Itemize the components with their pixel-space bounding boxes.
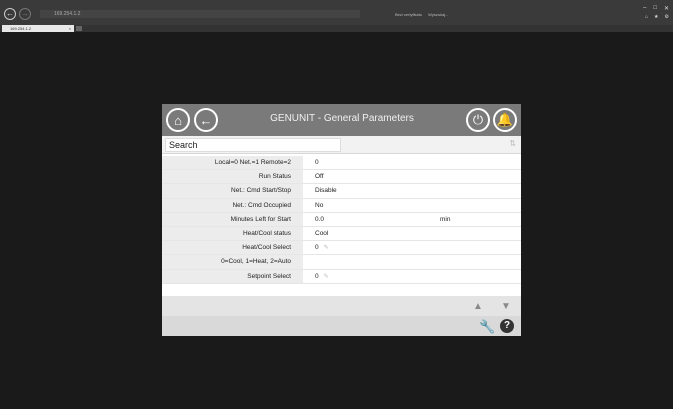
help-icon[interactable]: ? xyxy=(500,319,514,333)
address-suggestions: Bezi certyfikatu Wyszukaj... xyxy=(395,12,449,17)
parameter-value: Off xyxy=(315,170,324,183)
page-title: GENUNIT - General Parameters xyxy=(270,113,414,124)
bell-icon[interactable]: 🔔 xyxy=(493,108,517,132)
browser-nav: ← → xyxy=(4,8,31,20)
new-tab-button[interactable] xyxy=(76,26,82,31)
address-bar[interactable]: 169.254.1.2 xyxy=(40,10,360,18)
search-bar: ⇅ xyxy=(162,136,521,154)
parameter-value-text: Disable xyxy=(315,187,337,195)
parameter-label: Setpoint Select xyxy=(162,269,303,283)
parameter-list: Local=0 Net.=1 Remote=2 0 Run Status Off Net… xyxy=(162,156,521,284)
parameter-value: No xyxy=(315,199,323,212)
parameter-label: Net.: Cmd Start/Stop xyxy=(162,184,303,198)
window-controls: – □ ✕ xyxy=(643,5,669,12)
browser-tab[interactable]: 169.254.1.2 × xyxy=(2,25,74,32)
home-icon[interactable]: ⌂ xyxy=(166,108,190,132)
tab-label: 169.254.1.2 xyxy=(10,26,32,31)
settings-icon[interactable]: ⚙ xyxy=(665,14,669,20)
parameter-label: Local=0 Net.=1 Remote=2 xyxy=(162,156,303,170)
browser-forward-icon[interactable]: → xyxy=(19,8,31,20)
parameter-value: 0 xyxy=(315,156,319,169)
favorites-icon[interactable]: ★ xyxy=(654,14,658,20)
parameter-label: Run Status xyxy=(162,170,303,184)
close-window-icon[interactable]: ✕ xyxy=(664,5,669,12)
parameter-value: Disable xyxy=(315,184,337,197)
suggest-2[interactable]: Wyszukaj... xyxy=(428,12,448,17)
arrow-up-icon[interactable]: ▲ xyxy=(473,301,483,312)
parameter-value: 0.0 xyxy=(315,213,324,226)
parameter-label: Minutes Left for Start xyxy=(162,212,303,226)
parameter-row[interactable]: 0=Cool, 1=Heat, 2=Auto xyxy=(162,255,521,270)
search-input[interactable] xyxy=(165,138,341,152)
tab-close-icon[interactable]: × xyxy=(69,25,71,32)
parameter-value-text: 0 xyxy=(315,159,319,166)
parameter-value: 0 ✎ xyxy=(315,270,329,284)
power-icon[interactable]: ⏻ xyxy=(466,108,490,132)
parameter-label: Heat/Cool Select xyxy=(162,241,303,255)
parameter-unit: min xyxy=(440,215,451,223)
browser-back-icon[interactable]: ← xyxy=(4,8,16,20)
parameter-label: Net.: Cmd Occupied xyxy=(162,198,303,212)
parameters-panel: ⌂ ← GENUNIT - General Parameters ⏻ 🔔 ⇅ L… xyxy=(162,104,521,336)
parameter-value: 0 ✎ xyxy=(315,241,329,255)
parameter-row[interactable]: Local=0 Net.=1 Remote=2 0 xyxy=(162,156,521,171)
tab-bar: 169.254.1.2 × xyxy=(0,25,673,32)
parameter-label: 0=Cool, 1=Heat, 2=Auto xyxy=(162,255,303,269)
parameter-value: Cool xyxy=(315,227,328,240)
parameter-row[interactable]: Net.: Cmd Occupied No xyxy=(162,198,521,213)
parameter-value-text: 0 xyxy=(315,272,319,280)
browser-chrome: ← → 169.254.1.2 Bezi certyfikatu Wyszuka… xyxy=(0,0,673,28)
browser-toolbar-icons: ⌂ ★ ⚙ xyxy=(645,14,669,20)
parameter-row[interactable]: Setpoint Select 0 ✎ xyxy=(162,269,521,284)
parameter-value-text: Cool xyxy=(315,229,329,237)
edit-pencil-icon[interactable]: ✎ xyxy=(324,245,329,251)
suggest-1[interactable]: Bezi certyfikatu xyxy=(395,12,422,17)
parameter-row[interactable]: Minutes Left for Start 0.0 min xyxy=(162,212,521,227)
parameter-row[interactable]: Net.: Cmd Start/Stop Disable xyxy=(162,184,521,199)
edit-pencil-icon[interactable]: ✎ xyxy=(324,274,329,280)
parameter-row[interactable]: Heat/Cool Select 0 ✎ xyxy=(162,241,521,256)
parameter-value-text: No xyxy=(315,201,324,209)
parameter-label: Heat/Cool status xyxy=(162,226,303,241)
tools-bar: 🔧 ? xyxy=(162,316,521,336)
minimize-icon[interactable]: – xyxy=(643,5,646,12)
pager-bar: ▲ ▼ xyxy=(162,296,521,316)
sort-icon[interactable]: ⇅ xyxy=(509,139,516,148)
parameter-value-text: 0.0 xyxy=(315,215,325,223)
parameter-row[interactable]: Run Status Off xyxy=(162,170,521,185)
home-browser-icon[interactable]: ⌂ xyxy=(645,14,648,20)
parameter-row[interactable]: Heat/Cool status Cool xyxy=(162,226,521,242)
parameter-value-text: Off xyxy=(315,173,324,181)
panel-header: ⌂ ← GENUNIT - General Parameters ⏻ 🔔 xyxy=(162,104,521,136)
parameter-value-text: 0 xyxy=(315,244,319,252)
maximize-icon[interactable]: □ xyxy=(653,5,657,12)
arrow-down-icon[interactable]: ▼ xyxy=(501,301,511,312)
back-arrow-icon[interactable]: ← xyxy=(194,108,218,132)
wrench-icon[interactable]: 🔧 xyxy=(479,319,495,335)
